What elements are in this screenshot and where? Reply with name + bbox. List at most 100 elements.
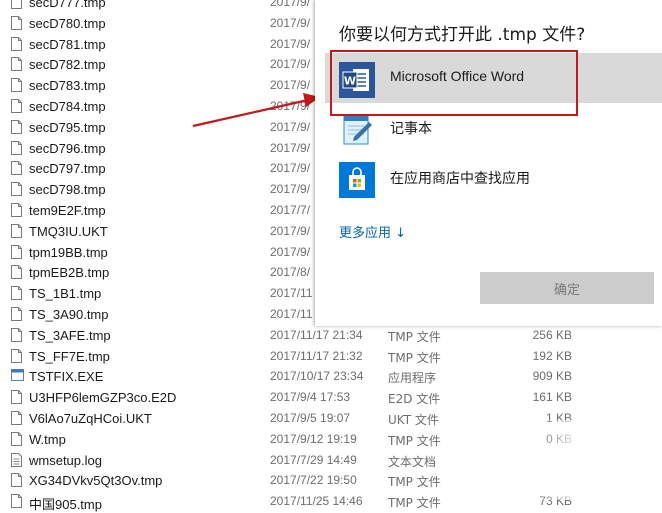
option-word[interactable]: W Microsoft Office Word xyxy=(325,53,662,103)
option-notepad[interactable]: 记事本 xyxy=(325,103,662,153)
file-type: TMP 文件 xyxy=(388,433,441,448)
file-date: 2017/9/ xyxy=(270,36,311,51)
file-icon xyxy=(11,99,22,113)
file-date: 2017/11 xyxy=(270,307,313,321)
file-type: TMP 文件 xyxy=(388,475,441,490)
file-name: TS_3AFE.tmp xyxy=(29,327,111,343)
file-date: 2017/9/ xyxy=(270,182,311,197)
file-name: tpmEB2B.tmp xyxy=(29,265,110,281)
file-icon xyxy=(11,327,22,342)
file-date: 2017/11/25 14:46 xyxy=(270,494,363,509)
file-icon xyxy=(11,473,22,488)
file-name: TS_1B1.tmp xyxy=(29,286,102,302)
file-size: 909 KB xyxy=(532,369,572,384)
file-type: UKT 文件 xyxy=(388,413,439,427)
file-icon xyxy=(11,286,22,301)
file-icon xyxy=(11,265,22,280)
file-date: 2017/7/22 19:50 xyxy=(270,473,357,488)
more-apps-link[interactable]: 更多应用 ↓ xyxy=(339,222,406,241)
file-icon xyxy=(11,244,22,259)
store-icon xyxy=(339,162,375,198)
file-name: secD780.tmp xyxy=(29,15,106,31)
file-name: secD784.tmp xyxy=(29,99,106,114)
file-date: 2017/8/ xyxy=(270,265,311,280)
file-date: 2017/9/ xyxy=(270,0,311,9)
file-icon xyxy=(11,411,22,425)
file-name: tpm19BB.tmp xyxy=(29,244,108,260)
file-name: 中国905.tmp xyxy=(29,497,102,513)
file-date: 2017/10/17 23:34 xyxy=(270,369,364,384)
file-icon xyxy=(11,15,22,30)
file-type: TMP 文件 xyxy=(388,329,441,344)
file-name: U3HFP6lemGZP3co.E2D xyxy=(29,390,177,406)
file-date: 2017/9/5 19:07 xyxy=(270,411,351,425)
file-icon xyxy=(11,182,22,197)
file-row[interactable]: TSTFIX.EXE 2017/10/17 23:34 应用程序 909 KB xyxy=(0,366,662,387)
file-row[interactable]: U3HFP6lemGZP3co.E2D 2017/9/4 17:53 E2D 文件 1… xyxy=(0,387,662,408)
open-with-dialog: 你要以何方式打开此 .tmp 文件? W Microsoft Office Wo… xyxy=(315,0,662,326)
file-type: TMP 文件 xyxy=(388,350,441,365)
file-type: E2D 文件 xyxy=(388,392,441,407)
file-date: 2017/11 xyxy=(270,286,313,301)
file-size: 161 KB xyxy=(532,390,572,405)
file-date: 2017/11/17 21:34 xyxy=(270,327,363,342)
file-date: 2017/9/12 19:19 xyxy=(270,431,357,446)
file-name: secD781.tmp xyxy=(29,36,106,52)
file-type: TMP 文件 xyxy=(388,496,441,511)
file-icon xyxy=(11,57,22,72)
file-icon xyxy=(11,348,22,363)
file-date: 2017/9/ xyxy=(270,244,311,259)
file-icon xyxy=(11,307,22,321)
file-name: secD782.tmp xyxy=(29,57,106,73)
file-name: secD795.tmp xyxy=(29,119,106,135)
dialog-title: 你要以何方式打开此 .tmp 文件? xyxy=(339,25,586,45)
file-icon xyxy=(11,161,22,176)
file-name: TMQ3IU.UKT xyxy=(29,223,108,239)
file-name: secD798.tmp xyxy=(29,182,106,198)
file-type: 文本文档 xyxy=(388,454,437,469)
exe-file-icon xyxy=(11,369,24,383)
file-date: 2017/7/29 14:49 xyxy=(270,452,357,467)
option-label: 在应用商店中查找应用 xyxy=(390,170,530,186)
file-date: 2017/9/ xyxy=(270,140,311,155)
file-row[interactable]: TS_FF7E.tmp 2017/11/17 21:32 TMP 文件 192 KB xyxy=(0,346,662,367)
svg-text:W: W xyxy=(344,75,356,88)
file-name: TSTFIX.EXE xyxy=(29,369,104,385)
file-date: 2017/9/ xyxy=(270,161,311,176)
file-name: wmsetup.log xyxy=(29,452,102,468)
file-icon xyxy=(11,494,22,509)
file-type: 应用程序 xyxy=(388,371,437,386)
option-label: Microsoft Office Word xyxy=(390,68,525,84)
file-name: secD777.tmp xyxy=(29,0,106,10)
file-name: W.tmp xyxy=(29,431,66,447)
file-name: TS_3A90.tmp xyxy=(29,307,109,322)
file-row[interactable]: TS_3AFE.tmp 2017/11/17 21:34 TMP 文件 256 KB xyxy=(0,325,662,346)
file-name: V6lAo7uZqHCoi.UKT xyxy=(29,411,152,426)
file-icon xyxy=(11,119,22,134)
file-size: 256 KB xyxy=(532,327,572,342)
option-label: 记事本 xyxy=(390,120,432,136)
word-icon: W xyxy=(339,62,375,98)
annotation-arrow xyxy=(192,93,320,128)
file-icon xyxy=(11,223,22,238)
file-icon xyxy=(11,78,22,93)
text-file-icon xyxy=(11,452,22,467)
file-icon xyxy=(11,140,22,155)
file-name: secD797.tmp xyxy=(29,161,106,177)
file-date: 2017/9/ xyxy=(270,15,311,30)
file-name: secD783.tmp xyxy=(29,78,106,94)
file-size: 192 KB xyxy=(532,348,572,363)
file-date: 2017/11/17 21:32 xyxy=(270,348,363,363)
file-name: TS_FF7E.tmp xyxy=(29,348,110,364)
file-icon xyxy=(11,390,22,405)
file-icon xyxy=(11,203,22,217)
notepad-icon xyxy=(343,115,372,145)
file-icon xyxy=(11,431,22,446)
file-icon xyxy=(11,0,22,9)
option-store[interactable]: 在应用商店中查找应用 xyxy=(325,153,662,203)
file-name: tem9E2F.tmp xyxy=(29,203,106,218)
ok-button[interactable]: 确定 xyxy=(480,272,654,304)
file-date: 2017/9/ xyxy=(270,223,311,238)
file-date: 2017/7/ xyxy=(270,203,311,217)
file-icon xyxy=(11,36,22,51)
